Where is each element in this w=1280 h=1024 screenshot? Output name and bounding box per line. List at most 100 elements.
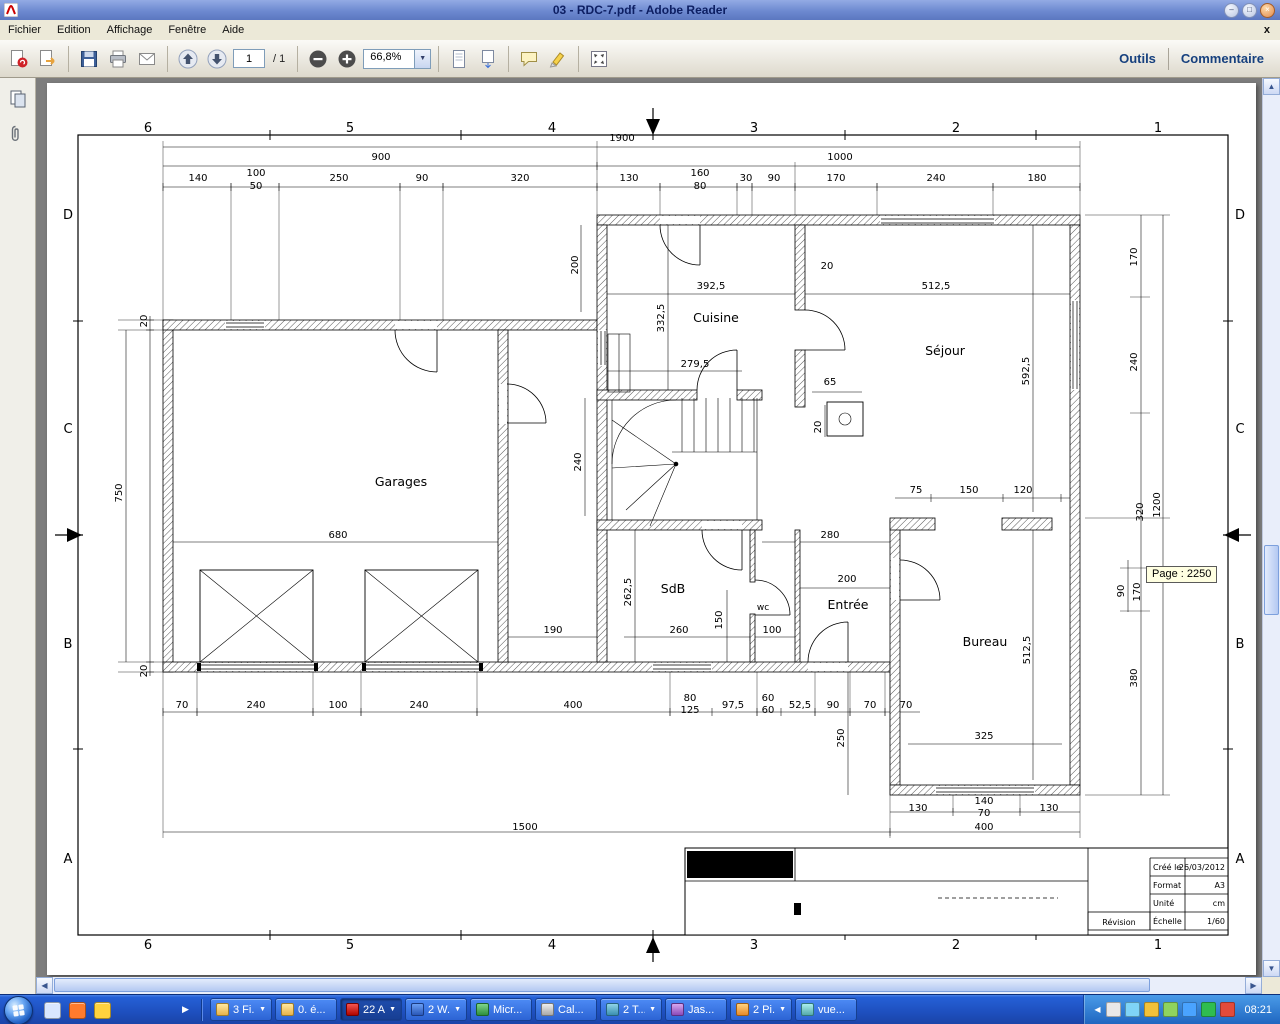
tray-hide-chevron[interactable]: ◀ bbox=[1094, 1005, 1100, 1014]
dimension-label: 200 bbox=[837, 574, 856, 585]
vertical-scroll-thumb[interactable] bbox=[1264, 545, 1279, 615]
quick-launch-icon-2[interactable] bbox=[69, 1002, 86, 1019]
document-area: Créé le 26/03/2012 Format A3 Unité cm Éc… bbox=[36, 78, 1262, 977]
dimension-label: 280 bbox=[820, 530, 839, 541]
dimension-label: 140 bbox=[974, 796, 993, 807]
fullscreen-icon bbox=[591, 50, 608, 67]
taskbar-button-3[interactable]: 22 A...▼ bbox=[340, 998, 402, 1021]
taskbar-button-6[interactable]: Cal... bbox=[535, 998, 597, 1021]
dimension-label: 170 bbox=[1129, 247, 1140, 266]
highlight-button[interactable] bbox=[545, 46, 571, 72]
dimension-label: 180 bbox=[1027, 173, 1046, 184]
email-button[interactable] bbox=[134, 46, 160, 72]
scroll-left-arrow[interactable]: ◀ bbox=[36, 977, 53, 994]
taskbar-button-9[interactable]: 2 Pi...▼ bbox=[730, 998, 792, 1021]
window-title: 03 - RDC-7.pdf - Adobe Reader bbox=[552, 3, 728, 17]
tray-icon-4[interactable] bbox=[1163, 1002, 1179, 1017]
comment-panel-button[interactable]: Commentaire bbox=[1181, 51, 1264, 66]
save-button[interactable] bbox=[76, 46, 102, 72]
close-button[interactable]: × bbox=[1260, 2, 1275, 18]
comment-bubble-button[interactable] bbox=[516, 46, 542, 72]
fullscreen-button[interactable] bbox=[586, 46, 612, 72]
dimension-label: 250 bbox=[329, 173, 348, 184]
quick-launch-expand-chevron[interactable]: ▶ bbox=[182, 1004, 189, 1015]
quick-launch-icon-1[interactable] bbox=[44, 1002, 61, 1019]
attachments-panel-button[interactable] bbox=[5, 120, 31, 146]
taskbar-button-7[interactable]: 2 T... ▼ bbox=[600, 998, 662, 1021]
previous-page-icon bbox=[178, 49, 198, 68]
create-pdf-button[interactable] bbox=[6, 46, 32, 72]
taskbar-button-label: 2 T... bbox=[623, 1003, 646, 1016]
folder2-icon bbox=[281, 1003, 294, 1016]
menu-item-aide[interactable]: Aide bbox=[214, 21, 252, 39]
grid-column-label: 6 bbox=[144, 938, 152, 953]
horizontal-scroll-thumb[interactable] bbox=[54, 978, 1150, 992]
tray-icon-7[interactable] bbox=[1220, 1002, 1236, 1017]
menu-item-edition[interactable]: Edition bbox=[49, 21, 99, 39]
scroll-up-arrow[interactable]: ▲ bbox=[1263, 78, 1280, 95]
tray-icon-6[interactable] bbox=[1201, 1002, 1217, 1017]
taskbar-button-2[interactable]: 0. é... bbox=[275, 998, 337, 1021]
titleblock bbox=[684, 847, 1229, 936]
room-label: SdB bbox=[661, 581, 685, 596]
start-button[interactable] bbox=[4, 996, 33, 1024]
dimension-label: 100 bbox=[328, 700, 347, 711]
create-pdf-icon bbox=[11, 49, 28, 67]
horizontal-scrollbar[interactable]: ◀ ▶ bbox=[36, 977, 1262, 994]
zoom-in-button[interactable] bbox=[334, 46, 360, 72]
tray-icon-2[interactable] bbox=[1125, 1002, 1141, 1017]
menu-item-fenetre[interactable]: Fenêtre bbox=[160, 21, 214, 39]
scroll-right-arrow[interactable]: ▶ bbox=[1245, 977, 1262, 994]
tray-icon-5[interactable] bbox=[1182, 1002, 1198, 1017]
dimension-label: 592,5 bbox=[1021, 357, 1032, 386]
print-button[interactable] bbox=[105, 46, 131, 72]
grid-column-label: 1 bbox=[1154, 121, 1162, 136]
next-page-button[interactable] bbox=[204, 46, 230, 72]
grid-column-label: 3 bbox=[750, 121, 758, 136]
zoom-level-combobox[interactable]: 66,8% ▼ bbox=[363, 48, 432, 69]
taskbar-button-label: 3 Fi... bbox=[233, 1003, 255, 1016]
titleblock-value: A3 bbox=[1214, 881, 1225, 890]
print-icon bbox=[110, 50, 126, 67]
pages-panel-button[interactable] bbox=[5, 86, 31, 112]
quick-launch-icon-3[interactable] bbox=[94, 1002, 111, 1019]
dimension-label: 70 bbox=[864, 700, 877, 711]
titleblock-label: Créé le bbox=[1153, 862, 1181, 872]
dimension-label: 90 bbox=[1116, 585, 1127, 598]
zoom-out-button[interactable] bbox=[305, 46, 331, 72]
dimension-label: 392,5 bbox=[697, 281, 726, 292]
dimension-label: 1900 bbox=[609, 133, 634, 144]
taskbar-button-5[interactable]: Micr... bbox=[470, 998, 532, 1021]
dimension-label: 380 bbox=[1129, 668, 1140, 687]
tools-button[interactable]: Outils bbox=[1119, 51, 1156, 66]
tray-icon-3[interactable] bbox=[1144, 1002, 1160, 1017]
menu-item-affichage[interactable]: Affichage bbox=[99, 21, 161, 39]
taskbar-button-1[interactable]: 3 Fi... ▼ bbox=[210, 998, 272, 1021]
page-view-button[interactable] bbox=[475, 46, 501, 72]
dimension-label: 1200 bbox=[1152, 492, 1163, 517]
vertical-scrollbar[interactable]: ▲ ▼ bbox=[1262, 78, 1280, 977]
maximize-button[interactable]: □ bbox=[1242, 2, 1257, 18]
previous-page-button[interactable] bbox=[175, 46, 201, 72]
picture-icon bbox=[736, 1003, 749, 1016]
export-icon bbox=[40, 49, 55, 66]
tray-icon-1[interactable] bbox=[1106, 1002, 1122, 1017]
taskbar-button-8[interactable]: Jas... bbox=[665, 998, 727, 1021]
chevron-down-icon[interactable]: ▼ bbox=[414, 49, 431, 68]
close-document-button[interactable]: x bbox=[1264, 24, 1270, 36]
page-number-input[interactable] bbox=[233, 49, 265, 68]
scroll-mode-button[interactable] bbox=[446, 46, 472, 72]
taskbar-button-10[interactable]: vue... bbox=[795, 998, 857, 1021]
dimension-label: 80 bbox=[684, 693, 697, 704]
room-label: wc bbox=[757, 603, 769, 613]
dimension-label: 900 bbox=[371, 152, 390, 163]
export-button[interactable] bbox=[35, 46, 61, 72]
menu-item-fichier[interactable]: Fichier bbox=[0, 21, 49, 39]
highlight-icon bbox=[549, 51, 565, 68]
minimize-button[interactable]: – bbox=[1224, 2, 1239, 18]
taskbar-button-4[interactable]: 2 W...▼ bbox=[405, 998, 467, 1021]
titleblock-label: Échelle bbox=[1153, 915, 1182, 926]
scroll-down-arrow[interactable]: ▼ bbox=[1263, 960, 1280, 977]
dimension-label: 170 bbox=[1132, 582, 1143, 601]
grid-row-label: A bbox=[1236, 852, 1245, 867]
